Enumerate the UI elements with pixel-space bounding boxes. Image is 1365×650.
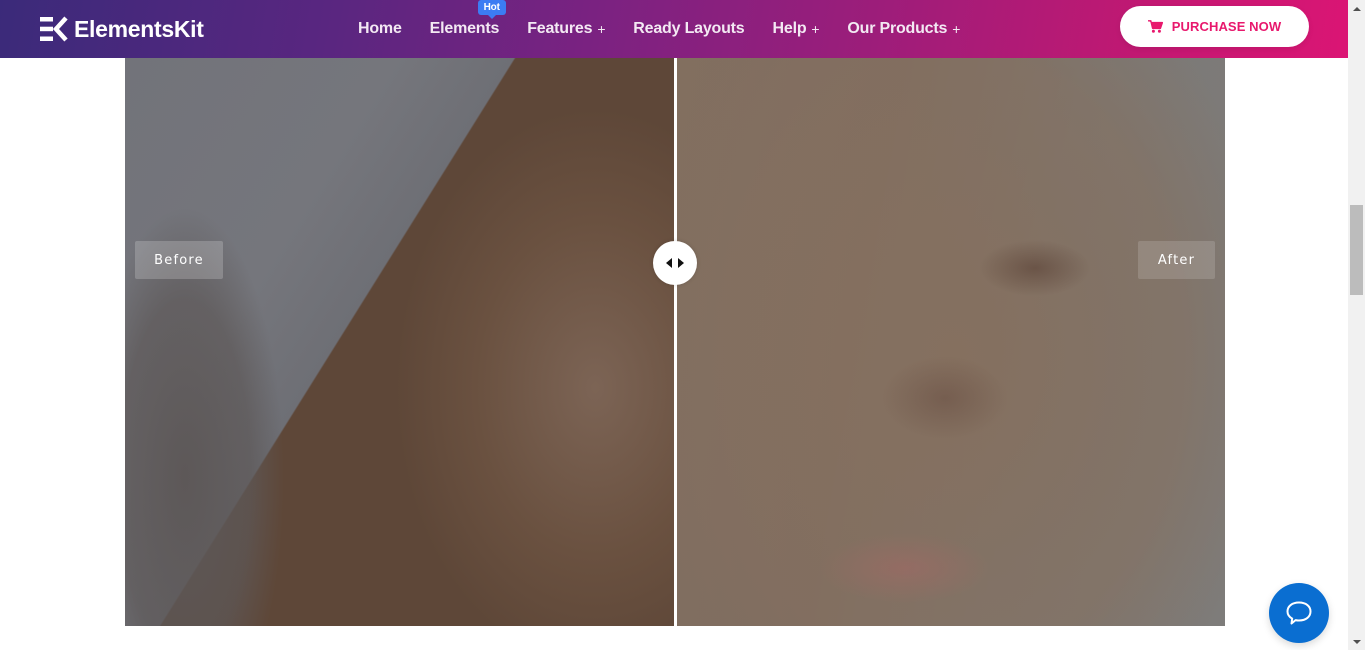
site-header: ElementsKit Home Elements Hot Features +… [0, 0, 1348, 58]
logo-text: ElementsKit [74, 15, 204, 42]
vertical-scrollbar[interactable] [1348, 0, 1365, 650]
before-label: Before [135, 241, 223, 279]
arrow-down-icon [1352, 639, 1361, 644]
nav-label: Help [772, 20, 807, 37]
nav-item-home[interactable]: Home [358, 20, 402, 38]
nav-label: Home [358, 20, 402, 37]
purchase-now-button[interactable]: PURCHASE NOW [1120, 6, 1309, 47]
cart-icon [1147, 20, 1163, 33]
nav-item-ready-layouts[interactable]: Ready Layouts [633, 20, 744, 38]
nav-label: Features [527, 20, 593, 37]
nav-label: Elements [429, 20, 500, 37]
before-image [125, 58, 675, 626]
purchase-now-label: PURCHASE NOW [1171, 19, 1282, 34]
scroll-up-button[interactable] [1348, 0, 1365, 17]
hot-badge: Hot [477, 0, 506, 19]
nav-item-features[interactable]: Features + [527, 20, 605, 38]
scroll-thumb[interactable] [1350, 205, 1363, 295]
before-after-comparison[interactable]: Before After [125, 58, 1225, 626]
slider-divider[interactable] [674, 58, 677, 626]
nav-label: Our Products [847, 20, 948, 37]
nav-item-elements[interactable]: Elements Hot [429, 0, 506, 38]
chat-launcher-button[interactable] [1269, 583, 1329, 643]
plus-icon: + [597, 21, 606, 37]
plus-icon: + [952, 21, 961, 37]
after-label: After [1138, 241, 1215, 279]
chat-bubble-icon [1286, 601, 1312, 625]
arrow-up-icon [1352, 6, 1361, 11]
elementskit-logo-icon [40, 16, 68, 42]
arrow-left-icon [666, 258, 672, 268]
logo[interactable]: ElementsKit [40, 14, 204, 44]
main-nav: Home Elements Hot Features + Ready Layou… [358, 0, 988, 58]
nav-item-help[interactable]: Help + [773, 20, 820, 38]
scroll-down-button[interactable] [1348, 633, 1365, 650]
nav-label: Ready Layouts [633, 20, 745, 37]
nav-item-our-products[interactable]: Our Products + [847, 20, 960, 38]
arrow-right-icon [678, 258, 684, 268]
slider-handle[interactable] [653, 241, 697, 285]
plus-icon: + [811, 21, 820, 37]
